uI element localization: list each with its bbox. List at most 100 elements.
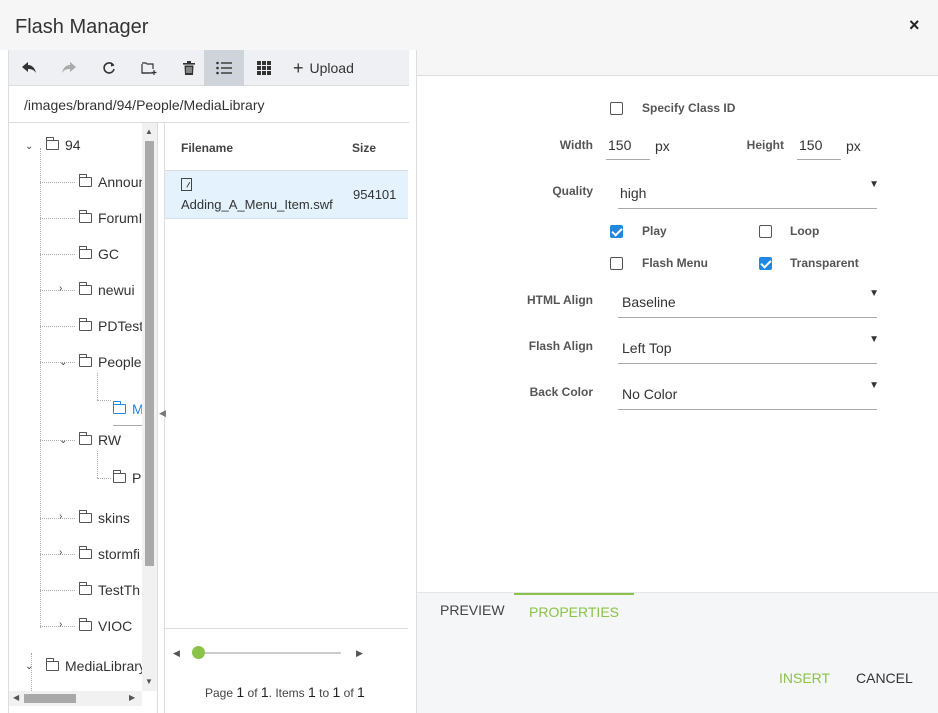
height-input[interactable]: 150 <box>797 130 841 160</box>
tree-horizontal-scrollbar[interactable]: ◀ ▶ <box>9 691 142 706</box>
folder-icon <box>79 354 92 367</box>
folder-icon <box>46 137 59 150</box>
table-row[interactable]: Adding_A_Menu_Item.swf 954101 <box>165 171 408 219</box>
file-size: 954101 <box>353 187 397 202</box>
tree-guide-line <box>40 148 41 628</box>
grid-view-icon <box>257 61 271 75</box>
column-size[interactable]: Size <box>352 141 376 155</box>
tree-node-pdtest[interactable]: PDTest <box>79 318 143 334</box>
height-label: Height <box>746 138 784 152</box>
tree-node-forumi[interactable]: ForumI <box>79 210 142 226</box>
tree-node-gc[interactable]: GC <box>79 246 119 262</box>
title-bar: Flash Manager × <box>0 0 938 50</box>
expand-arrow-icon[interactable]: › <box>59 547 62 558</box>
dropdown-caret-icon: ▼ <box>869 179 879 190</box>
specify-class-id-checkbox[interactable] <box>610 102 623 115</box>
list-view-button[interactable] <box>204 50 244 86</box>
tree-connector <box>40 554 75 555</box>
tree-node-stormfi[interactable]: stormfi <box>79 546 140 562</box>
flash-align-select[interactable]: Left Top ▼ <box>618 330 879 364</box>
tree-node-medialibrary-selected[interactable]: M <box>113 392 144 426</box>
tree-node-rw[interactable]: RW <box>79 432 121 448</box>
cancel-button[interactable]: CANCEL <box>856 670 913 686</box>
prev-page-arrow-icon[interactable]: ◀ <box>173 648 180 659</box>
close-icon[interactable]: × <box>909 15 920 36</box>
tree-node-skins[interactable]: skins <box>79 510 130 526</box>
scroll-right-arrow-icon[interactable]: ▶ <box>129 693 135 702</box>
folder-icon <box>79 282 92 295</box>
trash-icon <box>183 61 195 75</box>
page-slider-track[interactable] <box>198 652 341 654</box>
play-checkbox[interactable] <box>610 225 623 238</box>
dropdown-caret-icon: ▼ <box>869 288 879 299</box>
forward-button[interactable] <box>49 50 89 86</box>
html-align-select[interactable]: Baseline ▼ <box>618 284 879 318</box>
scroll-left-arrow-icon[interactable]: ◀ <box>13 693 19 702</box>
toolbar: + Upload <box>9 50 409 86</box>
tab-properties[interactable]: PROPERTIES <box>514 593 634 627</box>
dropdown-caret-icon: ▼ <box>869 334 879 345</box>
back-button[interactable] <box>9 50 49 86</box>
tab-preview[interactable]: PREVIEW <box>440 593 505 627</box>
folder-icon <box>79 246 92 259</box>
height-unit: px <box>846 138 861 154</box>
delete-button[interactable] <box>169 50 209 86</box>
tree-connector <box>40 290 75 291</box>
flash-align-label: Flash Align <box>528 339 593 353</box>
grid-header: Filename Size <box>165 123 408 171</box>
folder-icon <box>79 210 92 223</box>
loop-checkbox[interactable] <box>759 225 772 238</box>
current-path: /images/brand/94/People/MediaLibrary <box>24 97 265 113</box>
scroll-down-arrow-icon[interactable]: ▼ <box>145 677 153 686</box>
folder-icon <box>79 546 92 559</box>
scrollbar-thumb[interactable] <box>145 141 154 566</box>
tree-node-announ[interactable]: Announ <box>79 174 146 190</box>
tree-node-medialibrary[interactable]: MediaLibrary <box>46 658 146 674</box>
tree-node-people[interactable]: People <box>79 354 142 370</box>
new-folder-button[interactable] <box>129 50 169 86</box>
tree-connector <box>40 590 75 591</box>
collapse-arrow-icon[interactable]: ⌄ <box>59 357 67 368</box>
expand-arrow-icon[interactable]: › <box>59 619 62 630</box>
width-input[interactable]: 150 <box>606 130 650 160</box>
scrollbar-thumb[interactable] <box>24 694 76 703</box>
tree-node-testth[interactable]: TestTh <box>79 582 140 598</box>
loop-label: Loop <box>790 224 820 238</box>
refresh-button[interactable] <box>89 50 129 86</box>
grid-view-button[interactable] <box>244 50 284 86</box>
tree-node-newui[interactable]: newui <box>79 282 135 298</box>
tree-connector <box>40 626 75 627</box>
width-label: Width <box>559 138 593 152</box>
expand-arrow-icon[interactable]: › <box>59 283 62 294</box>
transparent-checkbox[interactable] <box>759 257 772 270</box>
tree-node-94[interactable]: 94 <box>46 137 81 153</box>
tree-connector <box>40 326 75 327</box>
properties-top-bar <box>417 50 938 76</box>
folder-tree[interactable]: ⌄ 94 Announ ForumI GC › newui PDTest ⌄ P… <box>9 123 157 691</box>
tree-vertical-scrollbar[interactable]: ▲ ▼ <box>142 123 157 691</box>
pane-splitter[interactable]: ◀ <box>157 123 166 713</box>
column-filename[interactable]: Filename <box>181 141 233 155</box>
tree-guide-line <box>31 653 32 691</box>
flash-menu-checkbox[interactable] <box>610 257 623 270</box>
tree-connector <box>97 400 111 401</box>
tree-guide-line <box>97 373 98 400</box>
page-slider-handle[interactable] <box>192 646 205 659</box>
scroll-up-arrow-icon[interactable]: ▲ <box>145 127 153 136</box>
back-color-select[interactable]: No Color ▼ <box>618 376 879 410</box>
collapse-arrow-icon[interactable]: ⌄ <box>59 435 67 446</box>
folder-icon <box>79 432 92 445</box>
upload-button[interactable]: + Upload <box>293 50 354 86</box>
file-grid: Filename Size Adding_A_Menu_Item.swf 954… <box>165 123 409 713</box>
quality-select[interactable]: high ▼ <box>618 175 879 209</box>
expand-arrow-icon[interactable]: › <box>59 511 62 522</box>
new-folder-icon <box>141 62 157 75</box>
tree-guide-line <box>97 451 98 478</box>
collapse-arrow-icon[interactable]: ⌄ <box>25 141 33 152</box>
collapse-arrow-icon[interactable]: ⌄ <box>25 661 33 672</box>
next-page-arrow-icon[interactable]: ▶ <box>356 648 363 659</box>
flash-file-icon <box>181 178 192 191</box>
tree-node-vioc[interactable]: VIOC <box>79 618 132 634</box>
insert-button[interactable]: INSERT <box>779 670 830 686</box>
upload-label: Upload <box>309 60 354 76</box>
